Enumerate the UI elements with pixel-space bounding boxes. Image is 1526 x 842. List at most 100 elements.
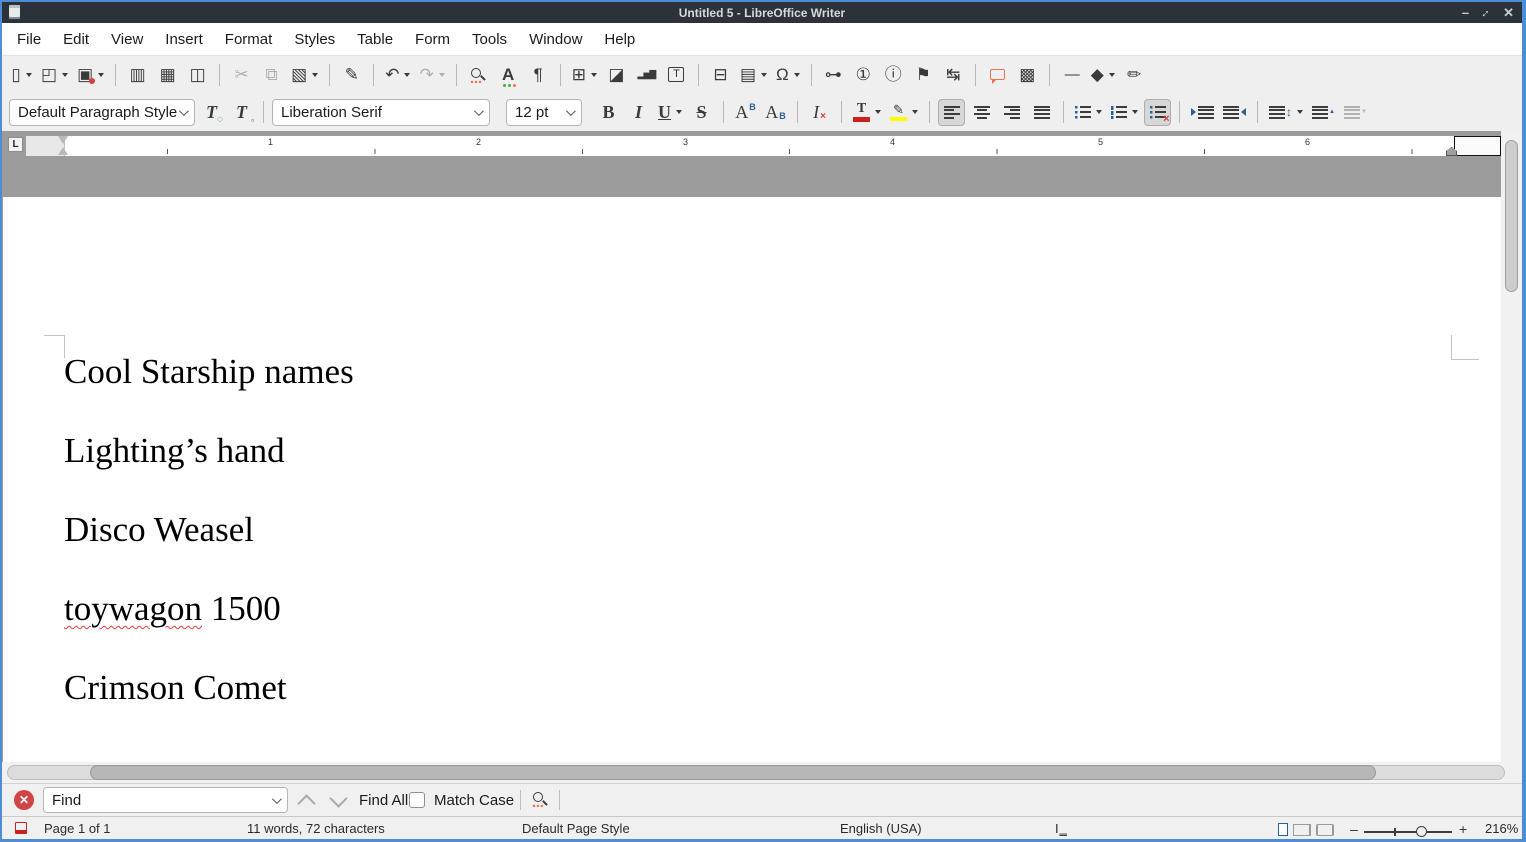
ordered-list-button[interactable] xyxy=(1108,99,1141,126)
draw-functions-button[interactable]: ✏ xyxy=(1121,61,1148,88)
paragraph[interactable]: Cool Starship names xyxy=(64,353,354,389)
menu-edit[interactable]: Edit xyxy=(52,26,100,53)
superscript-button[interactable]: AB xyxy=(732,99,759,126)
dropdown-arrow-icon[interactable] xyxy=(26,73,32,77)
dropdown-arrow-icon[interactable] xyxy=(439,73,445,77)
horizontal-scrollbar[interactable] xyxy=(2,762,1522,783)
underline-button[interactable]: U xyxy=(655,99,685,126)
ruler-strip[interactable]: 1 2 3 4 5 6 xyxy=(26,136,1501,156)
menu-form[interactable]: Form xyxy=(404,26,461,53)
page-number-status[interactable]: Page 1 of 1 xyxy=(44,821,111,836)
chevron-down-icon[interactable] xyxy=(272,794,282,804)
paragraph[interactable]: Disco Weasel xyxy=(64,511,354,547)
vertical-scrollbar[interactable] xyxy=(1501,131,1522,762)
menu-styles[interactable]: Styles xyxy=(283,26,346,53)
find-input[interactable] xyxy=(44,792,272,809)
close-find-bar-button[interactable]: ✕ xyxy=(14,790,34,810)
dropdown-arrow-icon[interactable] xyxy=(62,73,68,77)
menu-view[interactable]: View xyxy=(100,26,154,53)
multi-page-view-icon[interactable] xyxy=(1293,824,1311,836)
insert-hyperlink-button[interactable]: ⊶ xyxy=(820,61,847,88)
print-button[interactable]: ▦ xyxy=(154,61,181,88)
match-case-checkbox[interactable] xyxy=(409,792,425,808)
export-pdf-button[interactable]: ▥ xyxy=(124,61,151,88)
print-preview-button[interactable]: ◫ xyxy=(184,61,211,88)
decrease-indent-button[interactable] xyxy=(1220,99,1249,126)
insert-mode-status[interactable]: I‗ xyxy=(1055,821,1068,836)
bold-button[interactable]: B xyxy=(595,99,622,126)
highlight-color-button[interactable]: ✎ xyxy=(887,99,921,126)
subscript-button[interactable]: AB xyxy=(762,99,789,126)
menu-tools[interactable]: Tools xyxy=(461,26,518,53)
book-view-icon[interactable] xyxy=(1316,824,1334,836)
chevron-down-icon[interactable] xyxy=(179,106,189,116)
undo-button[interactable]: ↶ xyxy=(382,61,413,88)
dropdown-arrow-icon[interactable] xyxy=(912,110,918,114)
zoom-slider[interactable] xyxy=(1364,831,1452,833)
spelling-button[interactable]: A xyxy=(495,61,522,88)
left-indent-marker[interactable] xyxy=(58,147,68,155)
document-area[interactable]: Cool Starship names Lighting’s hand Disc… xyxy=(2,161,1501,762)
word-count-status[interactable]: 11 words, 72 characters xyxy=(247,821,385,836)
find-and-replace-icon[interactable] xyxy=(532,791,548,807)
align-right-button[interactable] xyxy=(998,99,1025,126)
strikethrough-button[interactable]: S xyxy=(688,99,715,126)
dropdown-arrow-icon[interactable] xyxy=(794,73,800,77)
zoom-out-button[interactable]: – xyxy=(1350,821,1358,837)
insert-endnote-button[interactable]: ⓘ xyxy=(880,61,907,88)
find-combobox[interactable] xyxy=(43,787,288,813)
insert-table-button[interactable]: ⊞ xyxy=(569,61,600,88)
increase-indent-button[interactable] xyxy=(1188,99,1217,126)
track-changes-button[interactable]: ▩ xyxy=(1014,61,1041,88)
zoom-level[interactable]: 216% xyxy=(1485,821,1518,836)
menu-window[interactable]: Window xyxy=(518,26,593,53)
zoom-in-button[interactable]: + xyxy=(1459,821,1467,837)
paragraph-text[interactable]: 1500 xyxy=(202,589,281,628)
insert-footnote-button[interactable]: ① xyxy=(850,61,877,88)
dropdown-arrow-icon[interactable] xyxy=(1132,110,1138,114)
insert-bookmark-button[interactable]: ⚑ xyxy=(910,61,937,88)
dropdown-arrow-icon[interactable] xyxy=(404,73,410,77)
menu-format[interactable]: Format xyxy=(214,26,284,53)
no-list-button[interactable]: × xyxy=(1144,99,1171,126)
menu-file[interactable]: File xyxy=(6,26,52,53)
italic-button[interactable]: I xyxy=(625,99,652,126)
horizontal-ruler[interactable]: L 1 2 3 4 5 6 xyxy=(2,131,1501,161)
page-style-status[interactable]: Default Page Style xyxy=(522,821,630,836)
maximize-button[interactable]: ↕ xyxy=(1479,5,1493,19)
find-replace-button[interactable] xyxy=(465,61,492,88)
align-justify-button[interactable] xyxy=(1028,99,1055,126)
insert-field-button[interactable]: ▤ xyxy=(737,61,770,88)
page-break-button[interactable]: ⊟ xyxy=(707,61,734,88)
formatting-marks-button[interactable]: ¶ xyxy=(525,61,552,88)
document-text[interactable]: Cool Starship names Lighting’s hand Disc… xyxy=(64,353,354,748)
document-modified-icon[interactable] xyxy=(15,822,27,834)
menu-help[interactable]: Help xyxy=(593,26,646,53)
horizontal-line-button[interactable]: ― xyxy=(1058,61,1085,88)
paragraph[interactable]: toywagon 1500 xyxy=(64,590,354,626)
tab-stop-selector[interactable]: L xyxy=(8,137,23,152)
match-case-label[interactable]: Match Case xyxy=(434,792,514,809)
open-button[interactable]: ◰ xyxy=(38,61,71,88)
new-document-button[interactable]: ▯ xyxy=(8,61,35,88)
font-name-combobox[interactable]: Liberation Serif xyxy=(272,99,490,126)
dropdown-arrow-icon[interactable] xyxy=(591,73,597,77)
menu-table[interactable]: Table xyxy=(346,26,404,53)
new-style-button[interactable]: T▫ xyxy=(228,99,255,126)
find-all-button[interactable]: Find All xyxy=(359,792,408,809)
language-status[interactable]: English (USA) xyxy=(840,821,922,836)
document-page[interactable]: Cool Starship names Lighting’s hand Disc… xyxy=(3,197,1501,762)
minimize-button[interactable]: – xyxy=(1462,5,1469,20)
paragraph[interactable]: Lighting’s hand xyxy=(64,432,354,468)
font-size-combobox[interactable]: 12 pt xyxy=(506,99,582,126)
dropdown-arrow-icon[interactable] xyxy=(676,110,682,114)
horizontal-scrollbar-thumb[interactable] xyxy=(90,765,1376,780)
horizontal-scrollbar-track[interactable] xyxy=(7,765,1505,780)
insert-chart-button[interactable]: ▂▅▇ xyxy=(633,61,660,88)
update-style-button[interactable]: T◌ xyxy=(198,99,225,126)
dropdown-arrow-icon[interactable] xyxy=(761,73,767,77)
align-center-button[interactable] xyxy=(968,99,995,126)
chevron-down-icon[interactable] xyxy=(474,106,484,116)
paragraph-style-combobox[interactable]: Default Paragraph Style xyxy=(9,99,195,126)
zoom-slider-thumb[interactable] xyxy=(1416,826,1427,837)
